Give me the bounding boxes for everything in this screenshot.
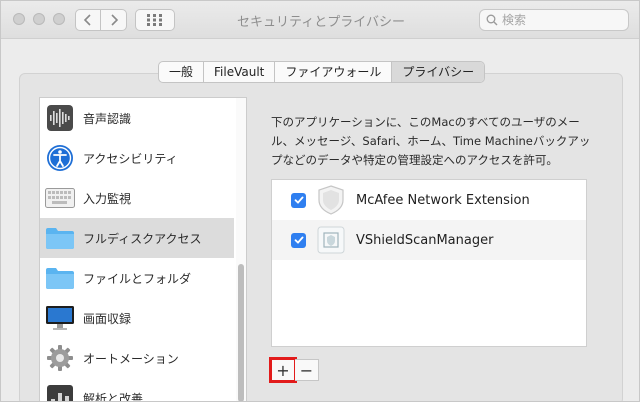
sidebar-item-label: 音声認識 [83,111,132,126]
app-access-list[interactable]: McAfee Network Extension VShieldScanMana… [271,179,587,347]
folder-icon [45,223,75,253]
search-icon [486,14,498,26]
add-remove-controls: + − [269,357,319,383]
sidebar-item-label: 解析と改善 [83,391,144,402]
preferences-window: セキュリティとプライバシー 一般 FileVault ファイアウォール プライバ… [0,0,640,402]
audio-waveform-icon [45,103,75,133]
add-app-button[interactable]: + [269,357,297,383]
keyboard-icon [45,183,75,213]
sidebar-item-screen-recording[interactable]: 画面収録 [40,298,234,338]
show-all-button[interactable] [135,9,175,31]
sidebar-item-label: ファイルとフォルダ [83,271,192,286]
list-item[interactable]: VShieldScanManager [272,220,586,260]
mcafee-shield-icon [316,185,346,215]
tab-firewall[interactable]: ファイアウォール [275,62,393,82]
window-title: セキュリティとプライバシー [237,15,405,30]
app-checkbox[interactable] [291,192,306,208]
tab-bar: 一般 FileVault ファイアウォール プライバシー [158,61,486,83]
chevron-left-icon [83,14,91,26]
folder-icon [45,263,75,293]
sidebar-item-files-and-folders[interactable]: ファイルとフォルダ [40,258,234,298]
sidebar-item-speech-recognition[interactable]: 音声認識 [40,98,234,138]
sidebar-item-accessibility[interactable]: アクセシビリティ [40,138,234,178]
search-field[interactable] [479,9,629,31]
vshield-icon [316,225,346,255]
sidebar-item-full-disk-access[interactable]: フルディスクアクセス [40,218,234,258]
display-icon [45,303,75,333]
accessibility-icon [45,143,75,173]
sidebar-item-label: 入力監視 [83,191,132,206]
remove-app-button[interactable]: − [295,359,319,381]
tab-filevault[interactable]: FileVault [204,62,276,82]
privacy-category-list[interactable]: 音声認識 アクセシビリティ 入力監視 フルディスクアクセス ファイルとフォルダ … [39,97,247,402]
search-input[interactable] [502,13,622,27]
scrollbar-thumb[interactable] [238,264,244,401]
checkmark-icon [294,236,303,244]
grid-icon [147,14,162,26]
sidebar-item-label: オートメーション [83,351,179,366]
back-button[interactable] [75,9,101,31]
sidebar-item-label: 画面収録 [83,311,132,326]
checkmark-icon [294,196,303,204]
sidebar-scrollbar[interactable] [236,98,246,401]
chevron-right-icon [110,14,118,26]
zoom-window-button[interactable] [53,13,65,25]
tab-general[interactable]: 一般 [159,62,205,82]
access-description: 下のアプリケーションに、このMacのすべてのユーザのメール、メッセージ、Safa… [271,115,591,167]
sidebar-item-label: フルディスクアクセス [83,231,202,246]
forward-button[interactable] [101,9,127,31]
sidebar-item-automation[interactable]: オートメーション [40,338,234,378]
tab-privacy[interactable]: プライバシー [392,62,485,82]
minimize-window-button[interactable] [33,13,45,25]
title-bar: セキュリティとプライバシー [1,1,639,39]
sidebar-item-input-monitoring[interactable]: 入力監視 [40,178,234,218]
gear-icon [45,343,75,373]
sidebar-item-analytics[interactable]: 解析と改善 [40,378,234,402]
list-item[interactable]: McAfee Network Extension [272,180,586,220]
close-window-button[interactable] [13,13,25,25]
sidebar-item-label: アクセシビリティ [83,151,178,166]
app-name: VShieldScanManager [356,232,494,248]
app-checkbox[interactable] [291,232,306,248]
app-name: McAfee Network Extension [356,192,530,208]
bar-chart-icon [45,383,75,401]
